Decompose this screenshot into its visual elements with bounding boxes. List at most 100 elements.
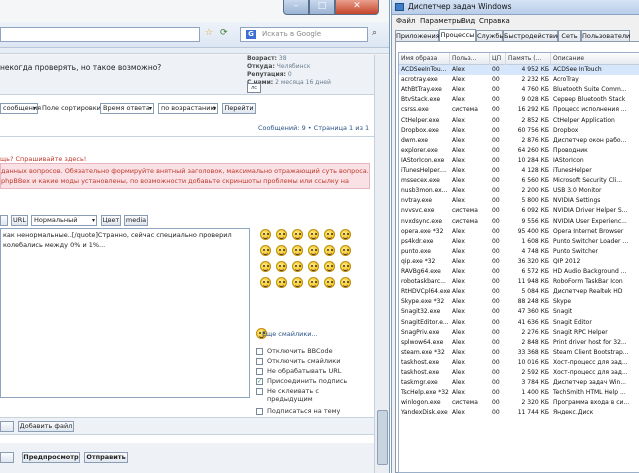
process-row[interactable]: taskmgr.exe Alex 00 3 784 КБ Диспетчер задач… <box>399 378 639 388</box>
process-row[interactable]: Skype.exe *32 Alex 00 88 248 КБ Skype <box>399 297 639 307</box>
tab-users[interactable]: Пользователи <box>581 30 630 41</box>
column-header-user[interactable]: Польз... <box>450 53 490 65</box>
search-icon[interactable]: ⌕ <box>372 28 377 38</box>
smiley-icon[interactable] <box>292 277 303 288</box>
smiley-icon[interactable] <box>324 261 335 272</box>
process-row[interactable]: splwow64.exe Alex 00 2 848 КБ Print driver h… <box>399 338 639 348</box>
process-row[interactable]: RAVBg64.exe Alex 00 6 572 КБ HD Audio Backgr… <box>399 267 639 277</box>
option-checkbox[interactable] <box>256 368 263 375</box>
preview-button[interactable]: Предпросмотр <box>22 452 80 463</box>
process-row[interactable]: taskhost.exe Alex 00 10 016 КБ Хост-процесс … <box>399 358 639 368</box>
bookmark-star-icon[interactable]: ☆ <box>205 28 213 38</box>
column-header-description[interactable]: Описание <box>551 53 639 65</box>
column-header-cpu[interactable]: ЦП <box>490 53 506 65</box>
menu-options[interactable]: Параметры <box>420 17 462 25</box>
menu-help[interactable]: Справка <box>479 17 510 25</box>
option-checkbox[interactable] <box>256 388 263 395</box>
smiley-icon[interactable] <box>276 245 287 256</box>
browse-button[interactable] <box>0 421 14 432</box>
option-checkbox[interactable] <box>256 348 263 355</box>
smiley-icon[interactable] <box>260 277 271 288</box>
smiley-icon[interactable] <box>308 277 319 288</box>
process-row[interactable]: dwm.exe Alex 00 2 876 КБ Диспетчер окон рабо… <box>399 136 639 146</box>
smiley-icon[interactable] <box>324 277 335 288</box>
smiley-icon[interactable] <box>276 229 287 240</box>
process-row[interactable]: BtvStack.exe Alex 00 9 028 КБ Сервер Bluetoo… <box>399 95 639 105</box>
process-row[interactable]: AthBtTray.exe Alex 00 4 760 КБ Bluetooth Sui… <box>399 85 639 95</box>
process-row[interactable]: CtHelper.exe Alex 00 2 852 КБ CtHelper Appli… <box>399 116 639 126</box>
process-row[interactable]: winlogon.exe система 00 2 320 КБ Программа в… <box>399 398 639 408</box>
smiley-icon[interactable] <box>292 261 303 272</box>
option-checkbox[interactable] <box>256 408 263 415</box>
process-row[interactable]: nvtray.exe Alex 00 5 800 КБ NVIDIA Settings <box>399 196 639 206</box>
process-row[interactable]: SnagPriv.exe Alex 00 2 276 КБ Snagit RPC Hel… <box>399 328 639 338</box>
process-row[interactable]: ACDSeeInTou... Alex 00 4 952 КБ ACDSee InTou… <box>399 65 639 76</box>
font-size-select[interactable]: Нормальный ▾ <box>31 215 97 226</box>
tab-processes[interactable]: Процессы <box>439 29 476 41</box>
message-textarea[interactable]: как ненормальные..[/quote]Странно, сейча… <box>0 228 250 398</box>
process-row[interactable]: nusb3mon.ex... Alex 00 2 200 КБ USB 3.0 Moni… <box>399 186 639 196</box>
smiley-icon[interactable] <box>308 245 319 256</box>
go-button[interactable]: Перейти <box>222 103 256 114</box>
process-row[interactable]: qip.exe *32 Alex 00 36 320 КБ QIP 2012 <box>399 257 639 267</box>
process-row[interactable]: IAStorIcon.exe Alex 00 10 284 КБ IAStorIcon <box>399 156 639 166</box>
process-row[interactable]: nvvsvc.exe система 00 6 092 КБ NVIDIA Driver… <box>399 206 639 216</box>
process-row[interactable]: SnagitEditor.e... Alex 00 41 636 КБ Snagit E… <box>399 318 639 328</box>
tab-services[interactable]: Службы <box>476 30 505 41</box>
process-row[interactable]: nvxdsync.exe система 00 9 556 КБ NVIDIA User… <box>399 217 639 227</box>
posts-select[interactable]: сообщения ▾ <box>0 103 41 114</box>
address-bar[interactable] <box>0 27 200 42</box>
column-header-memory[interactable]: Память (... <box>506 53 551 65</box>
menu-file[interactable]: Файл <box>396 17 415 25</box>
process-row[interactable]: taskhost.exe Alex 00 2 592 КБ Хост-процесс д… <box>399 368 639 378</box>
option-checkbox[interactable]: ✓ <box>256 378 263 385</box>
smiley-icon[interactable] <box>292 229 303 240</box>
tab-applications[interactable]: Приложения <box>395 30 440 41</box>
column-header-image-name[interactable]: Имя образа <box>399 53 450 65</box>
process-row[interactable]: explorer.exe Alex 00 64 260 КБ Проводник <box>399 146 639 156</box>
smiley-icon[interactable] <box>324 245 335 256</box>
tab-performance[interactable]: Быстродействие <box>503 30 561 41</box>
process-row[interactable]: acrotray.exe Alex 00 2 232 КБ AcroTray <box>399 75 639 85</box>
process-row[interactable]: Snagit32.exe Alex 00 47 360 КБ Snagit <box>399 307 639 317</box>
smiley-icon[interactable] <box>340 245 351 256</box>
smiley-icon[interactable] <box>340 229 351 240</box>
close-button[interactable]: ✕ <box>335 0 379 15</box>
process-row[interactable]: TscHelp.exe *32 Alex 00 1 400 КБ TechSmith H… <box>399 388 639 398</box>
smiley-icon[interactable] <box>260 261 271 272</box>
reload-icon[interactable]: ⟳ <box>220 28 228 38</box>
menu-view[interactable]: Вид <box>461 17 475 25</box>
sort-field-select[interactable]: Время ответа ▾ <box>100 103 154 114</box>
smiley-icon[interactable] <box>340 261 351 272</box>
process-row[interactable]: YandexDisk.exe Alex 00 11 744 КБ Яндекс.Диск <box>399 408 639 418</box>
process-row[interactable]: punto.exe Alex 00 4 748 КБ Punto Switcher <box>399 247 639 257</box>
media-button[interactable]: media <box>124 215 148 226</box>
process-row[interactable]: Dropbox.exe Alex 00 60 756 КБ Dropbox <box>399 126 639 136</box>
process-row[interactable]: opera.exe *32 Alex 00 95 400 КБ Opera Intern… <box>399 227 639 237</box>
tab-network[interactable]: Сеть <box>558 30 581 41</box>
scroll-thumb[interactable] <box>377 410 388 465</box>
process-row[interactable]: RtHDVCpl64.exe Alex 00 5 084 КБ Диспетчер Re… <box>399 287 639 297</box>
process-row[interactable]: csrss.exe система 00 16 292 КБ Процесс испол… <box>399 105 639 115</box>
google-icon[interactable]: G <box>246 30 256 39</box>
color-button[interactable]: Цвет <box>101 215 121 226</box>
smiley-icon[interactable] <box>308 261 319 272</box>
minimize-button[interactable]: – <box>283 0 309 15</box>
process-row[interactable]: mssecex.exe Alex 00 6 560 КБ Microsoft Secur… <box>399 176 639 186</box>
submit-button[interactable]: Отправить <box>84 452 128 463</box>
search-input[interactable]: Искать в Google <box>240 27 368 42</box>
process-row[interactable]: ps4kdr.exe Alex 00 1 608 КБ Punto Switcher L… <box>399 237 639 247</box>
process-row[interactable]: iTunesHelper.... Alex 00 4 128 КБ iTunesHelp… <box>399 166 639 176</box>
option-checkbox[interactable] <box>256 358 263 365</box>
smiley-icon[interactable] <box>260 229 271 240</box>
process-row[interactable]: robotaskbarc... Alex 00 11 948 КБ RoboForm T… <box>399 277 639 287</box>
smiley-icon[interactable] <box>276 277 287 288</box>
smiley-icon[interactable] <box>324 229 335 240</box>
attach-file-button[interactable]: Добавить файл <box>18 421 74 432</box>
process-row[interactable]: steam.exe *32 Alex 00 33 368 КБ Steam Client… <box>399 348 639 358</box>
page-scrollbar[interactable] <box>374 55 389 473</box>
private-message-icon[interactable]: лс <box>247 83 261 93</box>
maximize-button[interactable]: □ <box>309 0 335 15</box>
save-button[interactable] <box>0 452 14 463</box>
sort-order-select[interactable]: по возрастанию ▾ <box>158 103 218 114</box>
